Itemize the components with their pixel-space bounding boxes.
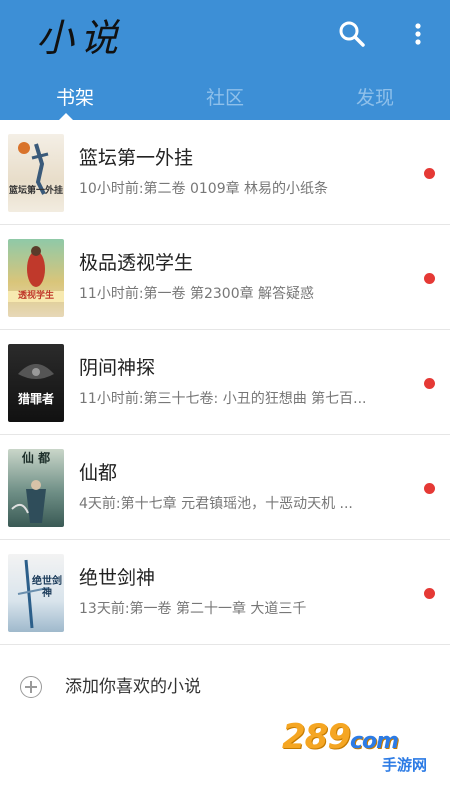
tab-community[interactable]: 社区 bbox=[150, 80, 300, 116]
cover-text: 透视学生 bbox=[8, 291, 64, 302]
search-icon bbox=[339, 21, 365, 47]
unread-dot bbox=[424, 483, 435, 494]
book-title: 篮坛第一外挂 bbox=[79, 147, 194, 169]
cover-text: 绝世剑神 bbox=[32, 576, 62, 599]
book-latest-chapter: 10小时前:第二卷 0109章 林易的小纸条 bbox=[79, 181, 329, 197]
book-item[interactable]: 透视学生 极品透视学生 11小时前:第一卷 第2300章 解答疑惑 bbox=[0, 225, 450, 330]
book-cover: 绝世剑神 bbox=[8, 554, 64, 632]
more-options-button[interactable] bbox=[406, 18, 430, 50]
cover-text: 篮坛第一外挂 bbox=[8, 186, 63, 196]
book-item[interactable]: 仙 都 仙都 4天前:第十七章 元君镇瑶池，十恶动天机 ... bbox=[0, 435, 450, 540]
book-cover: 篮坛第一外挂 bbox=[8, 134, 64, 212]
book-cover: 仙 都 bbox=[8, 449, 64, 527]
book-item[interactable]: 绝世剑神 绝世剑神 13天前:第一卷 第二十一章 大道三千 bbox=[0, 540, 450, 645]
unread-dot bbox=[424, 378, 435, 389]
book-latest-chapter: 13天前:第一卷 第二十一章 大道三千 bbox=[79, 601, 307, 617]
cover-text: 猎罪者 bbox=[17, 392, 54, 406]
unread-dot bbox=[424, 588, 435, 599]
watermark-sub: 手游网 bbox=[382, 756, 428, 774]
add-book-label: 添加你喜欢的小说 bbox=[65, 677, 201, 697]
tab-bookshelf[interactable]: 书架 bbox=[0, 80, 150, 116]
tab-discover[interactable]: 发现 bbox=[300, 80, 450, 116]
add-book-button[interactable]: 添加你喜欢的小说 bbox=[0, 660, 450, 714]
app-bar: 小说 书架 社区 发现 bbox=[0, 0, 450, 121]
book-cover: 透视学生 bbox=[8, 239, 64, 317]
book-title: 极品透视学生 bbox=[79, 252, 194, 274]
more-vertical-icon bbox=[415, 23, 421, 45]
book-title: 仙都 bbox=[79, 462, 118, 484]
book-latest-chapter: 4天前:第十七章 元君镇瑶池，十恶动天机 ... bbox=[79, 496, 353, 512]
book-cover: 猎罪者 bbox=[8, 344, 64, 422]
book-item[interactable]: 篮坛第一外挂 篮坛第一外挂 10小时前:第二卷 0109章 林易的小纸条 bbox=[0, 120, 450, 225]
book-latest-chapter: 11小时前:第一卷 第2300章 解答疑惑 bbox=[79, 286, 315, 302]
book-title: 阴间神探 bbox=[79, 357, 156, 379]
search-button[interactable] bbox=[336, 18, 368, 50]
book-title: 绝世剑神 bbox=[79, 567, 156, 589]
unread-dot bbox=[424, 168, 435, 179]
app-title: 小说 bbox=[36, 16, 125, 60]
book-latest-chapter: 11小时前:第三十七卷: 小丑的狂想曲 第七百... bbox=[79, 391, 367, 407]
unread-dot bbox=[424, 273, 435, 284]
book-list: 篮坛第一外挂 篮坛第一外挂 10小时前:第二卷 0109章 林易的小纸条 透视学… bbox=[0, 120, 450, 645]
site-watermark: 289com 手游网 bbox=[282, 715, 442, 785]
book-item[interactable]: 猎罪者 阴间神探 11小时前:第三十七卷: 小丑的狂想曲 第七百... bbox=[0, 330, 450, 435]
watermark-brand: 289com bbox=[282, 717, 399, 757]
plus-circle-icon bbox=[20, 676, 42, 698]
cover-text: 仙 都 bbox=[21, 451, 51, 465]
